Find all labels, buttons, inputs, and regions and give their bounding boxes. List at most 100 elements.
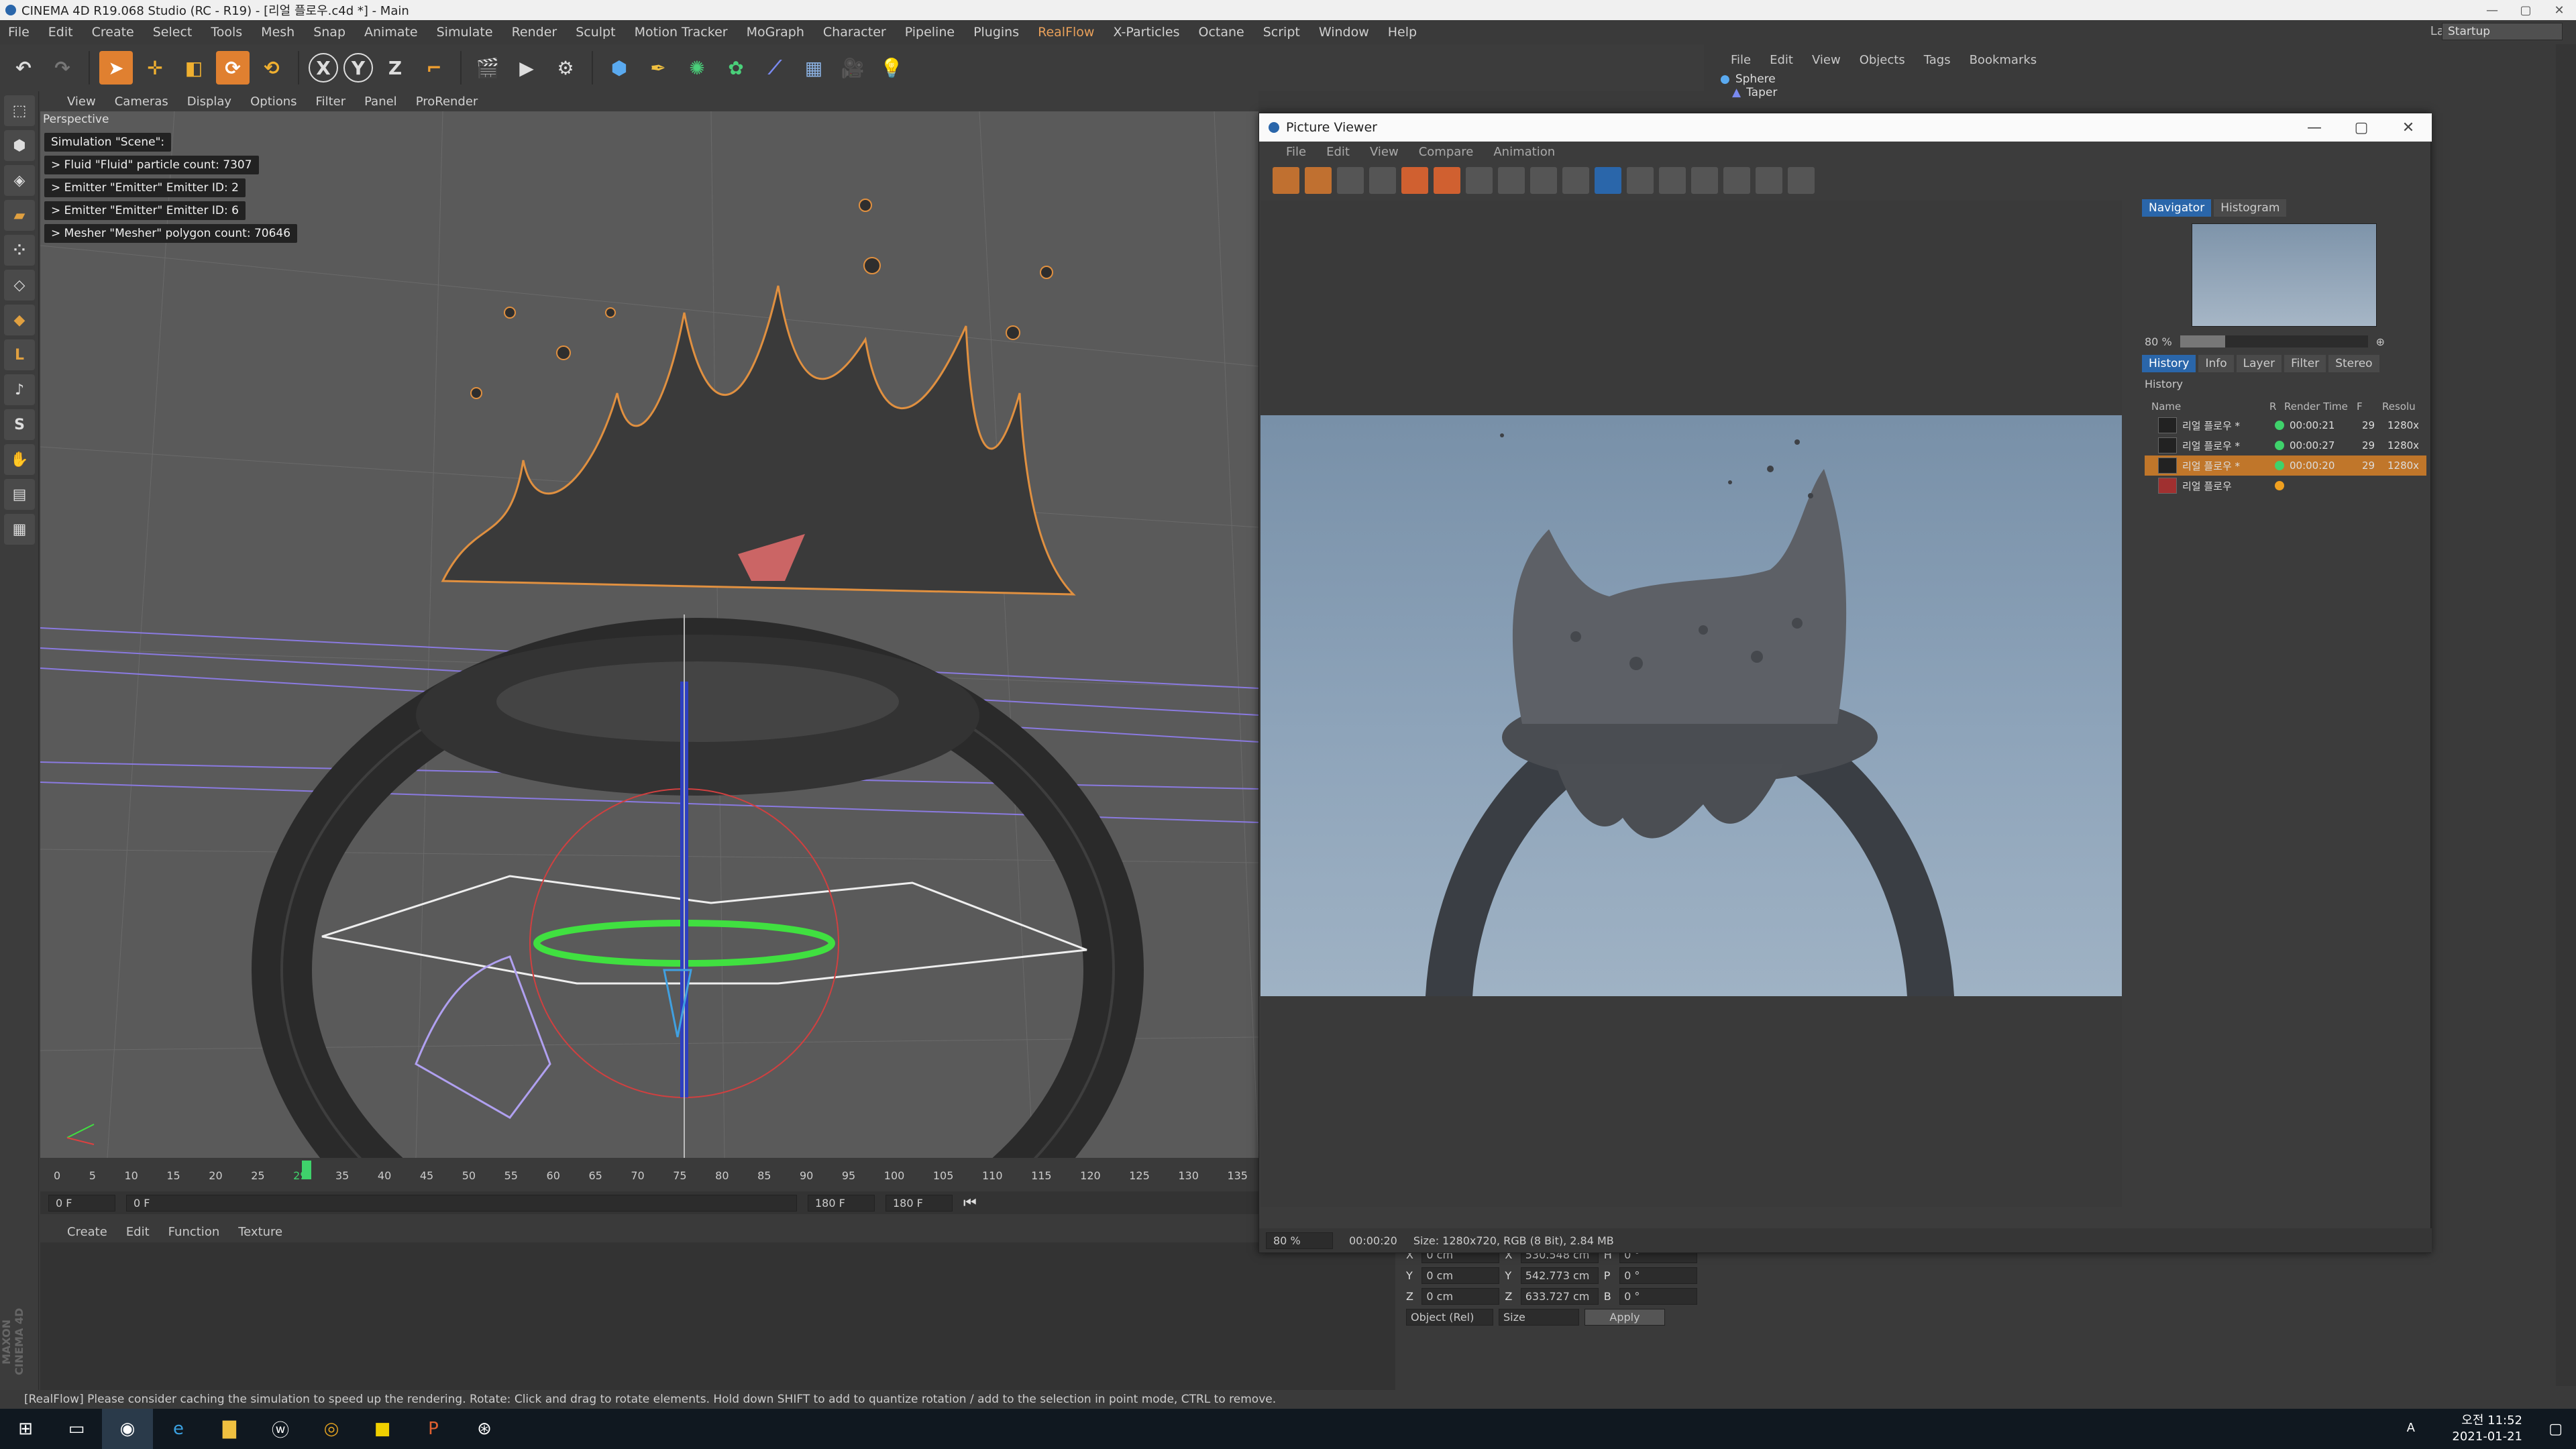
channel-icon[interactable] (1562, 167, 1589, 194)
steam-icon[interactable]: ⊛ (459, 1409, 510, 1449)
menu-create[interactable]: Create (92, 25, 134, 40)
tab-filter[interactable]: Filter (2284, 355, 2326, 372)
minimize-icon[interactable]: — (2291, 113, 2338, 142)
edges-mode-icon[interactable]: ◇ (4, 270, 35, 301)
floor-icon[interactable]: ▦ (797, 51, 830, 85)
viewport-menu-filter[interactable]: Filter (316, 95, 346, 109)
layer-icon[interactable]: ▤ (4, 479, 35, 510)
camera-icon[interactable]: 🎥 (836, 51, 869, 85)
size-z-field[interactable]: 633.727 cm (1520, 1288, 1599, 1305)
app-w-icon[interactable]: ⓦ (255, 1409, 306, 1449)
menu-x-particles[interactable]: X-Particles (1113, 25, 1179, 40)
menu-script[interactable]: Script (1263, 25, 1300, 40)
menu-animate[interactable]: Animate (364, 25, 418, 40)
input-language-indicator[interactable]: A (2407, 1421, 2415, 1435)
status-zoom-field[interactable]: 80 % (1266, 1232, 1333, 1249)
range-start-field[interactable]: 0 F (126, 1194, 797, 1212)
viewport-menu-options[interactable]: Options (250, 95, 297, 109)
open-icon[interactable] (1273, 167, 1299, 194)
menu-select[interactable]: Select (153, 25, 193, 40)
menu-realflow[interactable]: RealFlow (1038, 25, 1094, 40)
display-mode-icon[interactable] (1466, 167, 1493, 194)
history-row[interactable]: 리얼 플로우 * 00:00:21 29 1280x (2145, 415, 2426, 435)
render-settings-icon[interactable]: ⚙ (549, 51, 582, 85)
task-view-icon[interactable]: ▭ (51, 1409, 102, 1449)
object-menu-edit[interactable]: Edit (1770, 53, 1793, 67)
coordinate-mode-select[interactable]: Object (Rel) (1406, 1309, 1493, 1326)
close-icon[interactable]: ✕ (2385, 113, 2432, 142)
light-icon[interactable]: 💡 (875, 51, 908, 85)
render-icon[interactable] (1337, 167, 1364, 194)
pv-menu-edit[interactable]: Edit (1326, 145, 1350, 159)
region-icon[interactable] (1434, 167, 1460, 194)
size-mode-select[interactable]: Size (1499, 1309, 1579, 1326)
menu-simulate[interactable]: Simulate (437, 25, 493, 40)
model-mode-icon[interactable]: ⬢ (4, 130, 35, 161)
redo-icon[interactable]: ↷ (46, 51, 79, 85)
tab-history[interactable]: History (2142, 355, 2196, 372)
menu-file[interactable]: File (8, 25, 30, 40)
viewport-menu-view[interactable]: View (67, 95, 96, 109)
object-menu-bookmarks[interactable]: Bookmarks (1970, 53, 2037, 67)
menu-sculpt[interactable]: Sculpt (576, 25, 615, 40)
position-y-field[interactable]: 0 cm (1421, 1267, 1500, 1284)
kakaotalk-icon[interactable]: ■ (357, 1409, 408, 1449)
menu-mograph[interactable]: MoGraph (747, 25, 804, 40)
workplane-grid-icon[interactable]: ▦ (4, 514, 35, 545)
tweak-mode-icon[interactable]: ♪ (4, 374, 35, 405)
size-y-field[interactable]: 542.773 cm (1520, 1267, 1599, 1284)
compare-a-icon[interactable] (1659, 167, 1686, 194)
swap-icon[interactable] (1723, 167, 1750, 194)
material-area[interactable] (40, 1242, 1395, 1390)
save-icon[interactable] (1305, 167, 1332, 194)
rotate-icon[interactable]: ⟳ (216, 51, 250, 85)
menu-mesh[interactable]: Mesh (261, 25, 294, 40)
minimize-icon[interactable]: — (2475, 0, 2509, 20)
menu-window[interactable]: Window (1319, 25, 1369, 40)
menu-edit[interactable]: Edit (48, 25, 73, 40)
material-menu-create[interactable]: Create (67, 1225, 107, 1239)
menu-pipeline[interactable]: Pipeline (905, 25, 955, 40)
menu-plugins[interactable]: Plugins (973, 25, 1019, 40)
history-row[interactable]: 리얼 플로우 * 00:00:27 29 1280x (2145, 435, 2426, 455)
recent-tool-icon[interactable]: ⟲ (255, 51, 288, 85)
compare-b-icon[interactable] (1691, 167, 1718, 194)
timeline-playhead[interactable] (302, 1161, 311, 1179)
navigator-thumbnail[interactable] (2192, 223, 2377, 327)
channel-icon[interactable] (1627, 167, 1654, 194)
timeline-ruler[interactable]: 0 5 10 15 20 25 29 35 40 45 50 55 60 65 … (54, 1158, 1248, 1182)
go-to-start-icon[interactable]: ⏮ (963, 1195, 977, 1212)
object-menu-file[interactable]: File (1731, 53, 1751, 67)
rotation-b-field[interactable]: 0 ° (1619, 1288, 1698, 1305)
taskbar-clock[interactable]: 오전 11:52 2021-01-21 (2452, 1413, 2522, 1445)
position-z-field[interactable]: 0 cm (1421, 1288, 1500, 1305)
material-menu-edit[interactable]: Edit (126, 1225, 150, 1239)
tab-histogram[interactable]: Histogram (2214, 199, 2287, 217)
stop-icon[interactable] (1369, 167, 1396, 194)
z-axis-lock-button[interactable]: Z (378, 51, 412, 85)
object-menu-view[interactable]: View (1812, 53, 1841, 67)
coordinate-system-icon[interactable]: ⌐ (417, 51, 451, 85)
move-icon[interactable]: ✛ (138, 51, 172, 85)
close-icon[interactable]: ✕ (2542, 0, 2576, 20)
difference-icon[interactable] (1788, 167, 1815, 194)
y-axis-lock-button[interactable]: Y (343, 53, 373, 83)
menu-render[interactable]: Render (512, 25, 557, 40)
start-frame-field[interactable]: 0 F (48, 1194, 115, 1212)
file-explorer-icon[interactable]: ▇ (204, 1409, 255, 1449)
pv-menu-compare[interactable]: Compare (1419, 145, 1474, 159)
deformer-icon[interactable]: ⟋ (758, 51, 792, 85)
menu-character[interactable]: Character (823, 25, 886, 40)
pv-menu-view[interactable]: View (1370, 145, 1399, 159)
rotation-p-field[interactable]: 0 ° (1619, 1267, 1698, 1284)
powerpoint-icon[interactable]: P (408, 1409, 459, 1449)
viewport-menu-display[interactable]: Display (187, 95, 231, 109)
workplane-icon[interactable]: ▰ (4, 200, 35, 231)
edge-icon[interactable]: e (153, 1409, 204, 1449)
material-menu-function[interactable]: Function (168, 1225, 220, 1239)
scale-icon[interactable]: ◧ (177, 51, 211, 85)
apply-button[interactable]: Apply (1585, 1309, 1665, 1326)
select-arrow-icon[interactable]: ➤ (99, 51, 133, 85)
subdivision-icon[interactable]: ✺ (680, 51, 714, 85)
windows-start-icon[interactable]: ⊞ (0, 1409, 51, 1449)
